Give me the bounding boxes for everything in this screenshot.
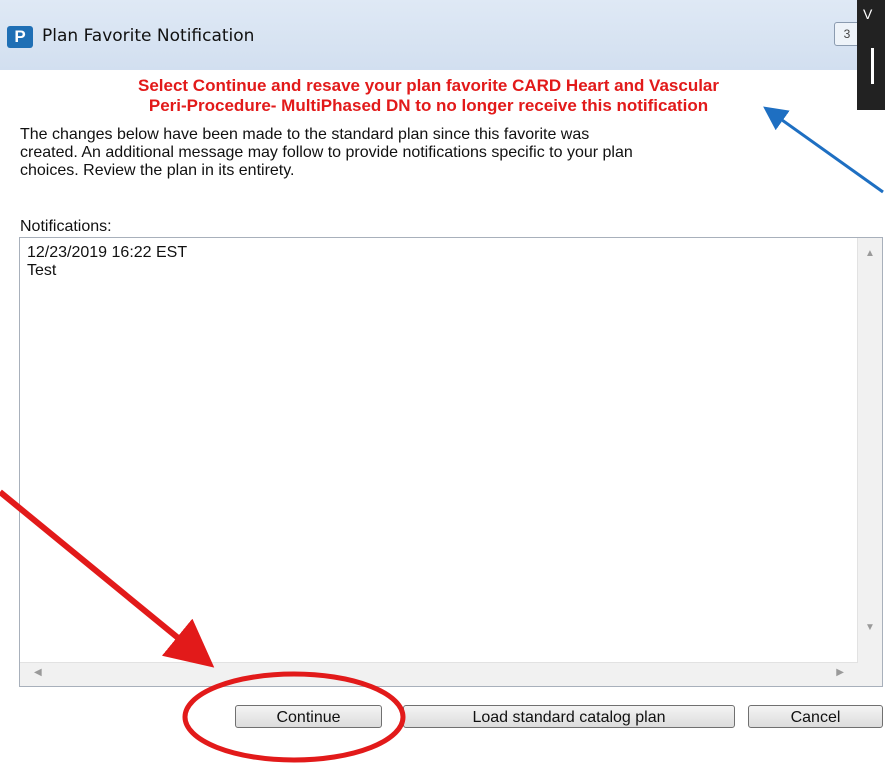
background-window-glyph: V (863, 6, 873, 22)
background-window-bar (871, 48, 874, 84)
background-window-edge: V (857, 0, 885, 110)
window-title: Plan Favorite Notification (42, 26, 255, 46)
notification-timestamp: 12/23/2019 16:22 EST (27, 244, 188, 261)
notification-entry: 12/23/2019 16:22 EST Test (27, 244, 187, 280)
change-description-line-2: created. An additional message may follo… (20, 144, 633, 161)
scroll-left-icon[interactable]: ◀ (34, 667, 42, 678)
continue-button[interactable]: Continue (235, 705, 382, 728)
scroll-down-icon[interactable]: ▼ (865, 622, 875, 633)
scroll-right-icon[interactable]: ▶ (836, 667, 844, 678)
cancel-button[interactable]: Cancel (748, 705, 883, 728)
resave-instruction-line-1: Select Continue and resave your plan fav… (137, 76, 719, 95)
notification-text: Test (27, 262, 57, 279)
resave-instruction-line-2: Peri-Procedure- MultiPhased DN to no lon… (148, 96, 709, 115)
load-standard-catalog-plan-button[interactable]: Load standard catalog plan (403, 705, 735, 728)
resave-instruction: Select Continue and resave your plan fav… (0, 76, 857, 116)
notifications-label: Notifications: (20, 218, 112, 235)
change-description-line-3: choices. Review the plan in its entirety… (20, 162, 295, 179)
change-description-line-1: The changes below have been made to the … (20, 126, 590, 143)
title-bar: P Plan Favorite Notification 3 (0, 0, 885, 70)
notifications-textarea[interactable]: 12/23/2019 16:22 EST Test ▲ ▼ ◀ ▶ (19, 237, 883, 687)
scroll-up-icon[interactable]: ▲ (865, 248, 875, 259)
app-icon: P (7, 26, 33, 48)
change-description: The changes below have been made to the … (20, 126, 880, 180)
vertical-scrollbar[interactable]: ▲ ▼ (857, 238, 882, 663)
scroll-corner (858, 663, 882, 686)
horizontal-scrollbar[interactable]: ◀ ▶ (20, 662, 858, 686)
